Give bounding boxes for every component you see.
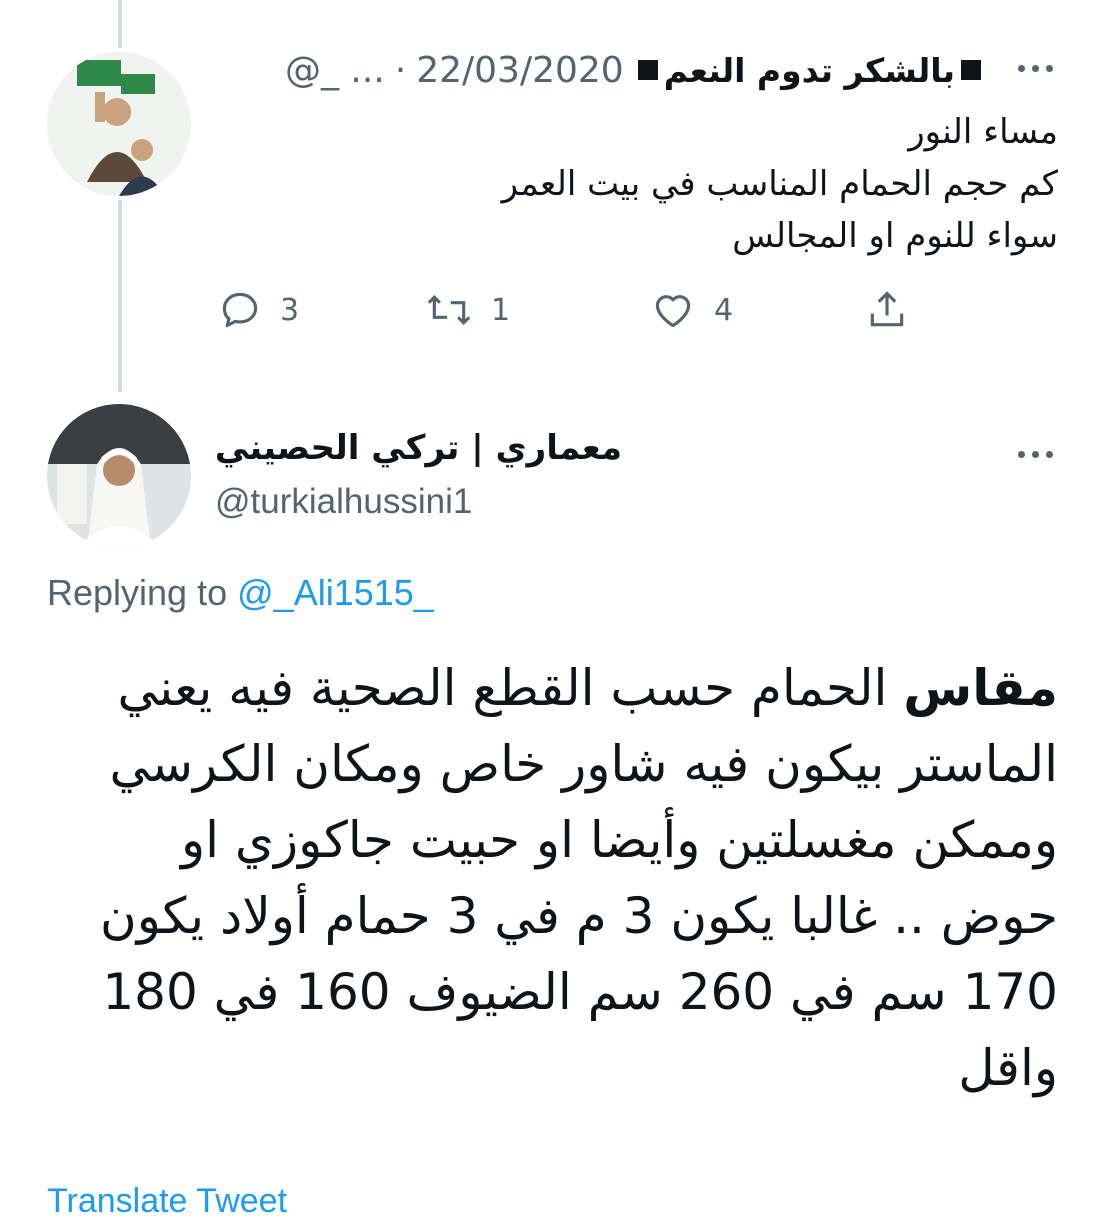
reply-count: 3 [280,292,300,328]
tweet-line: سواء للنوم او المجالس [732,216,1058,256]
avatar-image-icon [47,404,191,548]
replying-prefix: Replying to [47,572,228,613]
more-options-icon[interactable] [1015,58,1055,78]
display-name[interactable]: معماري | تركي الحصيني [215,428,622,468]
tweet-date[interactable]: 22/03/2020 [416,50,624,91]
tweet-actions: 3 1 4 [210,282,930,338]
like-button[interactable]: 4 [650,282,733,338]
display-name[interactable]: بالشكر تدوم النعم [637,51,981,90]
share-button[interactable] [865,282,909,338]
square-icon [637,60,658,80]
handle[interactable]: @turkialhussini1 [215,482,472,522]
replying-handle-link[interactable]: @_Ali1515_ [237,572,434,613]
retweet-count: 1 [491,292,511,328]
retweet-icon [427,294,471,326]
tweet-text: مقاس الحمام حسب القطع الصحية فيه يعني ال… [48,650,1058,1106]
tweet-line: كم حجم الحمام المناسب في بيت العمر [501,164,1058,204]
reply-button[interactable]: 3 [218,282,299,338]
like-count: 4 [714,292,734,328]
tweet-meta: @_ ... · 22/03/2020 [285,50,624,91]
thread-line-top [118,0,122,48]
handle[interactable]: @_ ... [285,50,385,91]
separator: · [394,49,407,91]
tweet-text: مساء النور كم حجم الحمام المناسب في بيت … [238,106,1058,262]
translate-tweet-link[interactable]: Translate Tweet [47,1182,287,1221]
tweet-body: الحمام حسب القطع الصحية فيه يعني الماستر… [99,659,1058,1097]
tweet-header: بالشكر تدوم النعم @_ ... · 22/03/2020 [285,44,981,96]
bold-word: مقاس [903,659,1058,717]
avatar[interactable] [47,52,191,196]
avatar-image-icon [47,52,191,196]
retweet-button[interactable]: 1 [425,282,510,338]
more-options-icon[interactable] [1015,444,1055,464]
heart-icon [655,295,691,328]
replying-to: Replying to @_Ali1515_ [47,572,434,614]
avatar[interactable] [47,404,191,548]
square-icon [961,60,981,80]
tweet-line: مساء النور [908,112,1058,152]
share-icon [870,291,904,327]
thread-line [118,200,122,392]
reply-icon [222,292,258,328]
